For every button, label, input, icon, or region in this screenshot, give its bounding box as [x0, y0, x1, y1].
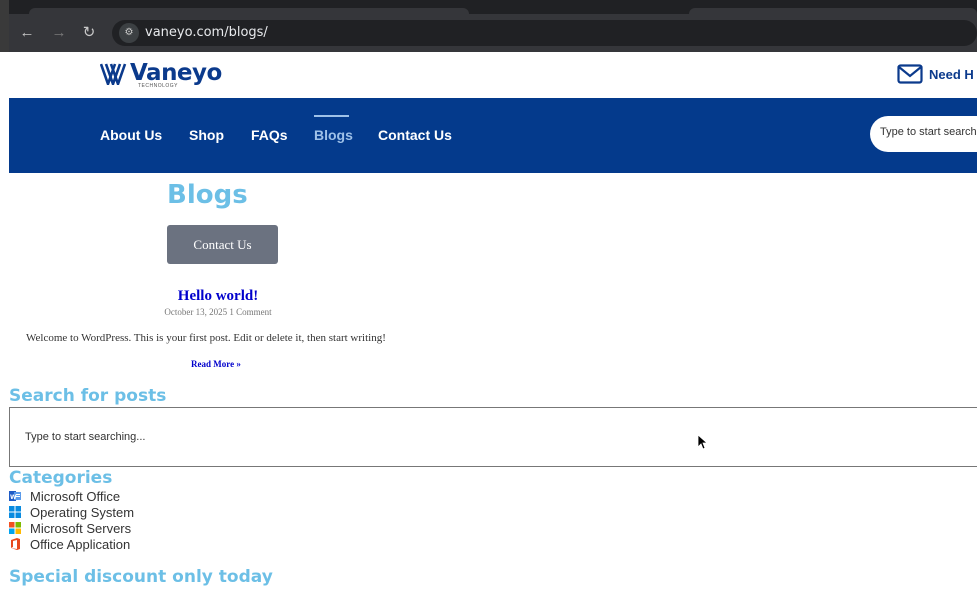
main-navigation: About Us Shop FAQs Blogs Contact Us Type… — [9, 98, 977, 173]
tab-strip — [9, 0, 977, 14]
category-label: Microsoft Office — [30, 488, 121, 504]
vaneyo-logo-icon — [100, 63, 127, 85]
browser-toolbar: ← → ↻ ⚙ vaneyo.com/blogs/ — [9, 14, 977, 52]
category-item[interactable]: Operating System — [9, 504, 134, 520]
site-header: Vaneyo TECHNOLOGY Need H — [9, 52, 977, 98]
post-title-link[interactable]: Hello world! — [9, 288, 427, 305]
arrow-left-icon: ← — [19, 24, 35, 41]
category-label: Office Application — [30, 536, 131, 552]
contact-us-button[interactable]: Contact Us — [167, 225, 278, 264]
nav-blogs[interactable]: Blogs — [314, 127, 353, 143]
category-label: Microsoft Servers — [30, 520, 132, 536]
read-more-link[interactable]: Read More » — [191, 359, 241, 369]
svg-text:W: W — [10, 494, 17, 501]
forward-button[interactable]: → — [49, 23, 69, 43]
page-title: Blogs — [167, 180, 248, 210]
search-placeholder: Type to start searching... — [25, 431, 146, 443]
active-nav-indicator — [314, 115, 349, 117]
mouse-cursor-icon — [697, 434, 707, 450]
post-search-input[interactable]: Type to start searching... — [9, 407, 977, 467]
need-help-link[interactable]: Need H — [897, 64, 974, 84]
office-icon — [11, 538, 20, 550]
categories-heading: Categories — [9, 468, 113, 488]
need-help-label: Need H — [929, 66, 974, 82]
nav-faqs[interactable]: FAQs — [251, 127, 288, 143]
browser-chrome: ← → ↻ ⚙ vaneyo.com/blogs/ — [0, 0, 977, 52]
site-info-button[interactable]: ⚙ — [119, 23, 139, 43]
category-item[interactable]: Office Application — [9, 536, 134, 552]
site-logo[interactable]: Vaneyo TECHNOLOGY — [100, 60, 222, 90]
reload-icon: ↻ — [82, 24, 96, 41]
windows-icon — [9, 506, 21, 518]
nav-contact-us[interactable]: Contact Us — [378, 127, 452, 143]
category-list: W Microsoft Office Operating System Micr… — [9, 488, 134, 552]
discount-heading: Special discount only today — [9, 567, 273, 587]
logo-subtitle: TECHNOLOGY — [138, 83, 179, 89]
category-label: Operating System — [30, 504, 135, 520]
header-search-input[interactable]: Type to start search — [870, 116, 977, 152]
search-heading: Search for posts — [9, 386, 167, 406]
mail-icon — [897, 64, 923, 84]
microsoft-logo-icon — [9, 522, 21, 534]
back-button[interactable]: ← — [17, 23, 37, 43]
tune-icon: ⚙ — [124, 27, 134, 38]
category-item[interactable]: Microsoft Servers — [9, 520, 134, 536]
nav-shop[interactable]: Shop — [189, 127, 224, 143]
arrow-right-icon: → — [51, 24, 67, 41]
page: Vaneyo TECHNOLOGY Need H About Us Shop F… — [9, 52, 977, 589]
word-icon: W — [9, 491, 21, 501]
nav-about-us[interactable]: About Us — [100, 127, 162, 143]
category-item[interactable]: W Microsoft Office — [9, 488, 134, 504]
post-excerpt: Welcome to WordPress. This is your first… — [26, 332, 386, 344]
post-meta: October 13, 2025 1 Comment — [164, 307, 272, 317]
reload-button[interactable]: ↻ — [79, 23, 99, 43]
address-bar[interactable]: ⚙ vaneyo.com/blogs/ — [112, 20, 977, 46]
url-text: vaneyo.com/blogs/ — [145, 25, 268, 40]
